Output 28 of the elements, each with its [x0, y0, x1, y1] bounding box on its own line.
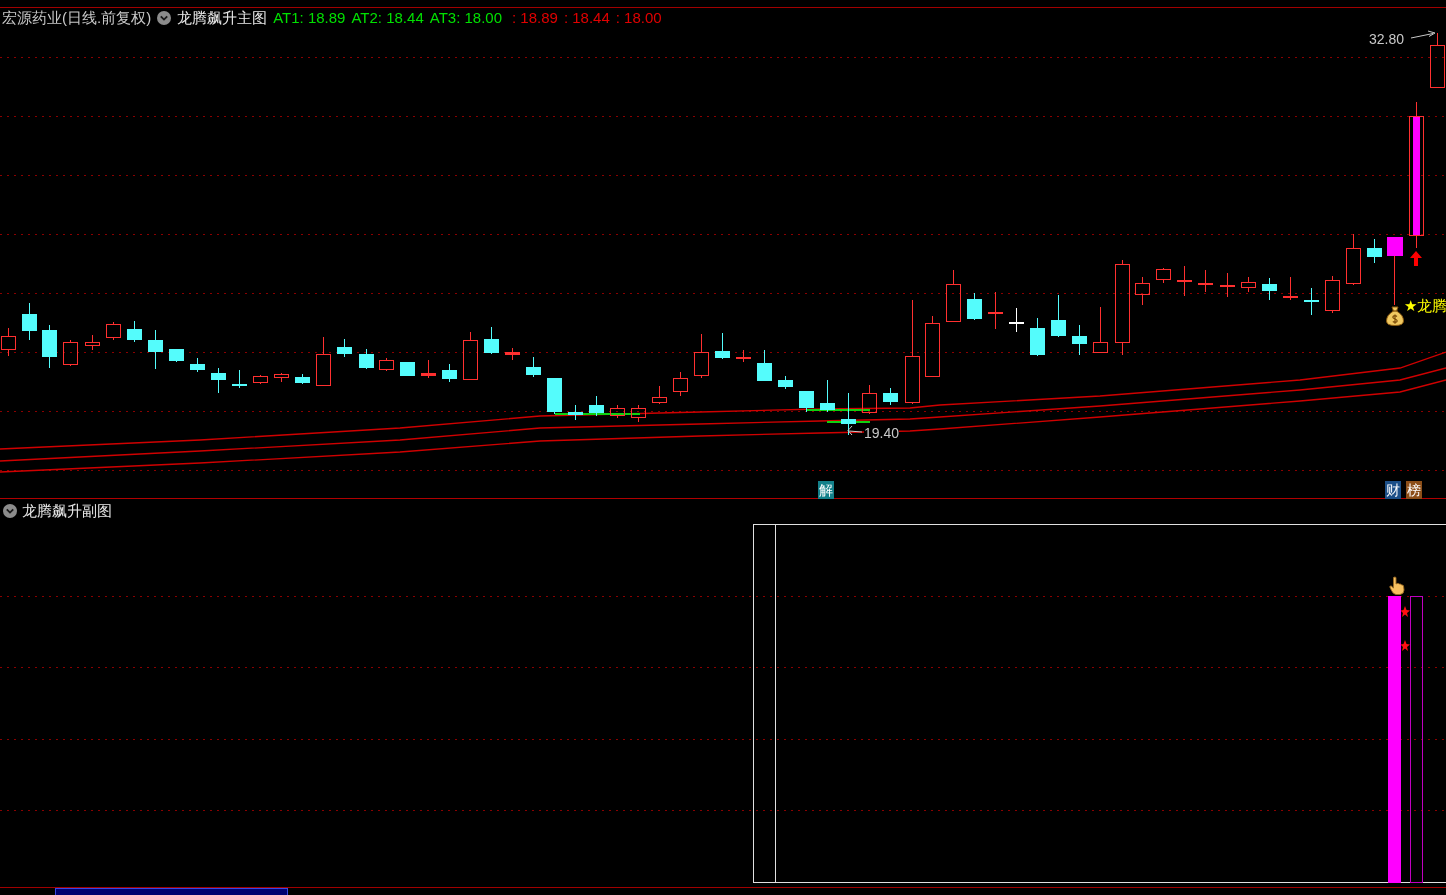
- indicator-name: 龙腾飙升副图: [22, 502, 112, 520]
- hand-cursor-icon: [1389, 576, 1405, 595]
- indicator-value: AT3: 18.00: [429, 9, 502, 27]
- leader-arrow: [847, 425, 863, 436]
- event-badge[interactable]: 解: [818, 481, 834, 499]
- indicator-value: AT2: 18.44: [351, 9, 424, 27]
- dropdown-icon[interactable]: [157, 11, 172, 25]
- support-line: [826, 420, 871, 423]
- signal-candle: [1387, 237, 1403, 306]
- high-price-label: 32.80: [1369, 31, 1405, 47]
- up-arrow-icon: [1410, 251, 1422, 266]
- low-price-label: 19.40: [864, 425, 900, 441]
- indicator-value: : 18.44: [563, 9, 610, 27]
- doji-candle: [1009, 307, 1024, 333]
- indicator-value: : 18.89: [512, 9, 558, 27]
- indicator-name: 龙腾飙升主图: [177, 9, 268, 27]
- dropdown-icon[interactable]: [3, 504, 17, 518]
- event-badge[interactable]: 财: [1385, 481, 1401, 499]
- support-line: [805, 408, 871, 411]
- indicator-value: AT1: 18.89: [273, 9, 346, 27]
- event-badge[interactable]: 榜: [1406, 481, 1422, 499]
- money-bag-icon: [1386, 306, 1404, 326]
- star-marker-icon: [1400, 640, 1410, 651]
- star-marker-icon: [1400, 606, 1410, 617]
- indicator-value: : 18.00: [615, 9, 662, 27]
- security-title: 宏源药业(日线.前复权): [2, 9, 152, 27]
- signal-label: ★龙腾: [1404, 297, 1446, 315]
- leader-arrow: [1410, 30, 1436, 39]
